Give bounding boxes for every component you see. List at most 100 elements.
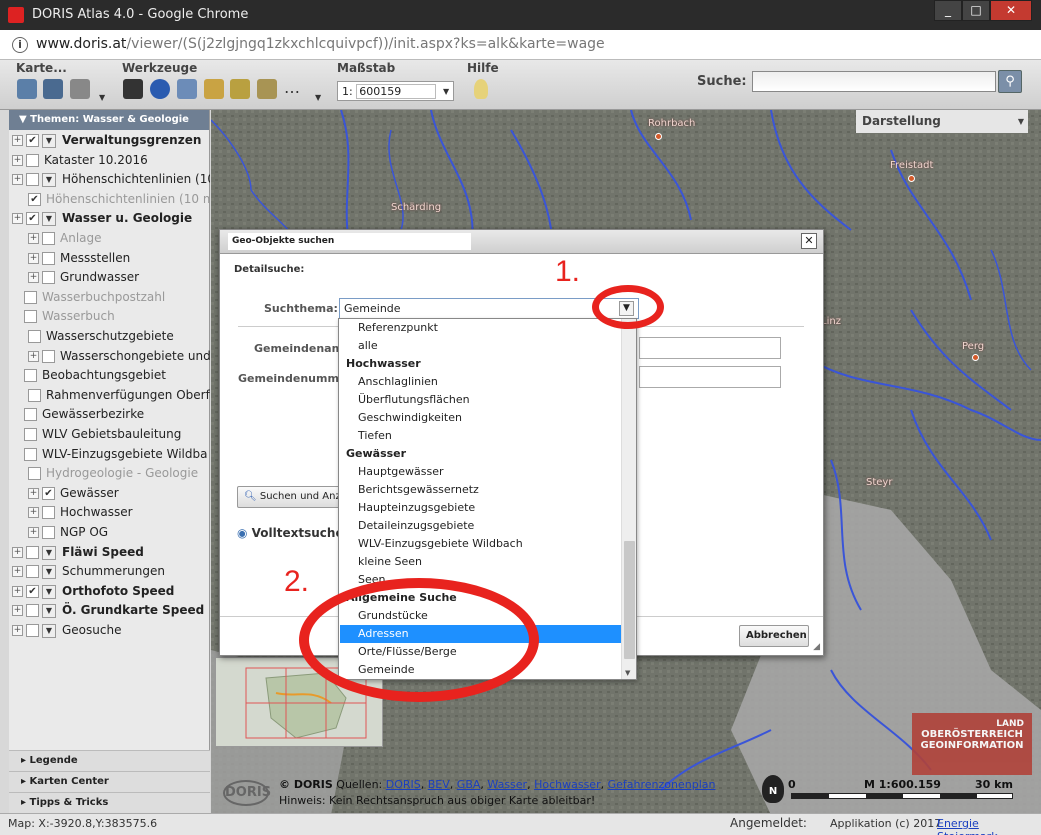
scroll-down-icon[interactable]: ▼	[625, 669, 630, 677]
expand-plus-icon[interactable]: +	[28, 233, 39, 244]
expand-plus-icon[interactable]: +	[12, 585, 23, 597]
search-and-show-button[interactable]: 🔍︎ Suchen und Anzeigen	[237, 486, 352, 508]
minimize-button[interactable]: _	[934, 0, 962, 21]
group-werkzeuge[interactable]: Werkzeuge	[122, 61, 197, 75]
layer-label[interactable]: Höhenschichtenlinien (10 m)	[46, 192, 210, 206]
layer-item[interactable]: + Messstellen	[9, 249, 210, 268]
layer-label[interactable]: Wasserschutzgebiete	[46, 329, 174, 343]
layer-checkbox[interactable]	[42, 526, 55, 539]
group-karte[interactable]: Karte...	[16, 61, 67, 75]
layer-checkbox[interactable]	[42, 232, 55, 245]
layer-label[interactable]: Hydrogeologie - Geologie	[46, 466, 198, 480]
xy-coordinates-icon[interactable]	[177, 79, 197, 99]
layer-checkbox[interactable]	[26, 153, 39, 167]
scale-field[interactable]: 1: 600159	[337, 81, 454, 101]
layer-checkbox[interactable]: ✔	[28, 192, 41, 206]
dropdown-option[interactable]: Referenzpunkt	[340, 319, 621, 337]
accordion-legende[interactable]: ▸ Legende	[9, 750, 210, 771]
group-hilfe[interactable]: Hilfe	[467, 61, 499, 75]
energie-steiermark-link[interactable]: Energie Steiermark	[937, 817, 1041, 835]
expand-plus-icon[interactable]: +	[12, 625, 23, 636]
layer-checkbox[interactable]	[42, 349, 55, 363]
layer-checkbox[interactable]	[26, 173, 39, 187]
dropdown-option[interactable]: Hauptgewässer	[340, 463, 621, 481]
expand-plus-icon[interactable]: +	[12, 135, 23, 146]
layer-label[interactable]: Wasserschongebiete und R	[60, 349, 210, 363]
layer-item[interactable]: WLV Gebietsbauleitung	[9, 425, 210, 444]
dropdown-option[interactable]: alle	[340, 337, 621, 355]
layer-item[interactable]: + Anlage	[9, 229, 210, 248]
layer-item[interactable]: + ✔ ▼ Verwaltungsgrenzen	[9, 131, 210, 150]
expand-plus-icon[interactable]: +	[12, 546, 23, 558]
layer-item[interactable]: + Hochwasser	[9, 503, 210, 522]
layer-menu-caret-icon[interactable]: ▼	[42, 565, 56, 580]
layer-label[interactable]: Anlage	[60, 231, 102, 245]
layer-checkbox[interactable]	[24, 408, 37, 422]
layer-checkbox[interactable]: ✔	[42, 486, 55, 500]
layer-checkbox[interactable]: ✔	[26, 212, 39, 226]
layer-item[interactable]: Beobachtungsgebiet	[9, 366, 210, 385]
open-folder-icon[interactable]	[17, 79, 37, 99]
dropdown-option[interactable]: Anschlaglinien	[340, 373, 621, 391]
info-tool-icon[interactable]	[150, 79, 170, 99]
layer-label[interactable]: Höhenschichtenlinien (10 m)	[62, 172, 210, 186]
layer-menu-caret-icon[interactable]: ▼	[42, 212, 56, 227]
scrollbar-thumb[interactable]	[624, 541, 635, 659]
darstellung-dropdown[interactable]: Darstellung ▼	[856, 110, 1028, 133]
layer-checkbox[interactable]	[28, 330, 41, 343]
layer-label[interactable]: Schummerungen	[62, 564, 165, 578]
layer-checkbox[interactable]: ✔	[26, 134, 39, 147]
expand-plus-icon[interactable]: +	[12, 605, 23, 617]
resize-grip-icon[interactable]: ◢	[813, 642, 820, 652]
measure-icon[interactable]	[204, 79, 224, 99]
layer-item[interactable]: + ✔ ▼ Orthofoto Speed	[9, 582, 210, 601]
layer-item[interactable]: Wasserbuch	[9, 307, 210, 326]
layer-item[interactable]: + NGP OG	[9, 523, 210, 542]
expand-plus-icon[interactable]: +	[12, 566, 23, 578]
layer-checkbox[interactable]	[24, 290, 37, 304]
layer-label[interactable]: Grundwasser	[60, 270, 139, 284]
layer-menu-caret-icon[interactable]: ▼	[42, 134, 56, 148]
layer-checkbox[interactable]	[24, 428, 37, 441]
more-icon[interactable]: …	[284, 80, 304, 96]
binoculars-icon[interactable]	[123, 79, 143, 99]
expand-plus-icon[interactable]: +	[28, 527, 39, 538]
sidebar-header[interactable]: ▼ Themen: Wasser & Geologie	[9, 110, 209, 130]
source-link-bev[interactable]: BEV	[428, 778, 450, 791]
info-icon[interactable]: i	[12, 37, 28, 53]
dropdown-option[interactable]: Überflutungsflächen	[340, 391, 621, 409]
layer-menu-caret-icon[interactable]: ▼	[42, 545, 56, 560]
gemeindename-input[interactable]	[639, 337, 781, 359]
layer-menu-caret-icon[interactable]: ▼	[42, 624, 56, 638]
close-window-button[interactable]: ✕	[990, 0, 1032, 21]
dropdown-option[interactable]: Tiefen	[340, 427, 621, 445]
layer-menu-caret-icon[interactable]: ▼	[42, 584, 56, 599]
layer-item[interactable]: + ▼ Ö. Grundkarte Speed	[9, 601, 210, 620]
layer-checkbox[interactable]	[42, 271, 55, 285]
dropdown-scrollbar[interactable]: ▲ ▼	[621, 319, 636, 679]
address-bar[interactable]: i www.doris.at/viewer/(S(j2zlgjngq1zkxch…	[0, 30, 1041, 60]
layer-item[interactable]: ✔ Höhenschichtenlinien (10 m)	[9, 190, 210, 209]
layer-item[interactable]: Rahmenverfügungen Oberf	[9, 386, 210, 405]
layer-menu-caret-icon[interactable]: ▼	[42, 604, 56, 619]
layer-menu-caret-icon[interactable]: ▼	[42, 173, 56, 188]
expand-plus-icon[interactable]: +	[12, 174, 23, 186]
layer-item[interactable]: + Wasserschongebiete und R	[9, 347, 210, 366]
layer-item[interactable]: Wasserbuchpostzahl	[9, 288, 210, 307]
print-icon[interactable]	[70, 79, 90, 99]
layer-checkbox[interactable]: ✔	[26, 584, 39, 598]
layer-label[interactable]: Beobachtungsgebiet	[42, 368, 166, 382]
layer-label[interactable]: Hochwasser	[60, 505, 133, 519]
dialog-titlebar[interactable]: Geo-Objekte suchen ✕	[220, 230, 823, 254]
layer-checkbox[interactable]	[42, 251, 55, 265]
layer-checkbox[interactable]	[26, 565, 39, 579]
layer-item[interactable]: + ▼ Höhenschichtenlinien (10 m)	[9, 170, 210, 189]
layer-item[interactable]: WLV-Einzugsgebiete Wildba	[9, 445, 210, 464]
dropdown-option[interactable]: Geschwindigkeiten	[340, 409, 621, 427]
layer-label[interactable]: Gewässer	[60, 486, 119, 500]
layer-item[interactable]: + ▼ Schummerungen	[9, 562, 210, 581]
layer-checkbox[interactable]	[28, 388, 41, 402]
layer-label[interactable]: Ö. Grundkarte Speed	[62, 603, 204, 617]
layer-label[interactable]: WLV Gebietsbauleitung	[42, 427, 181, 441]
layer-checkbox[interactable]	[24, 447, 37, 461]
